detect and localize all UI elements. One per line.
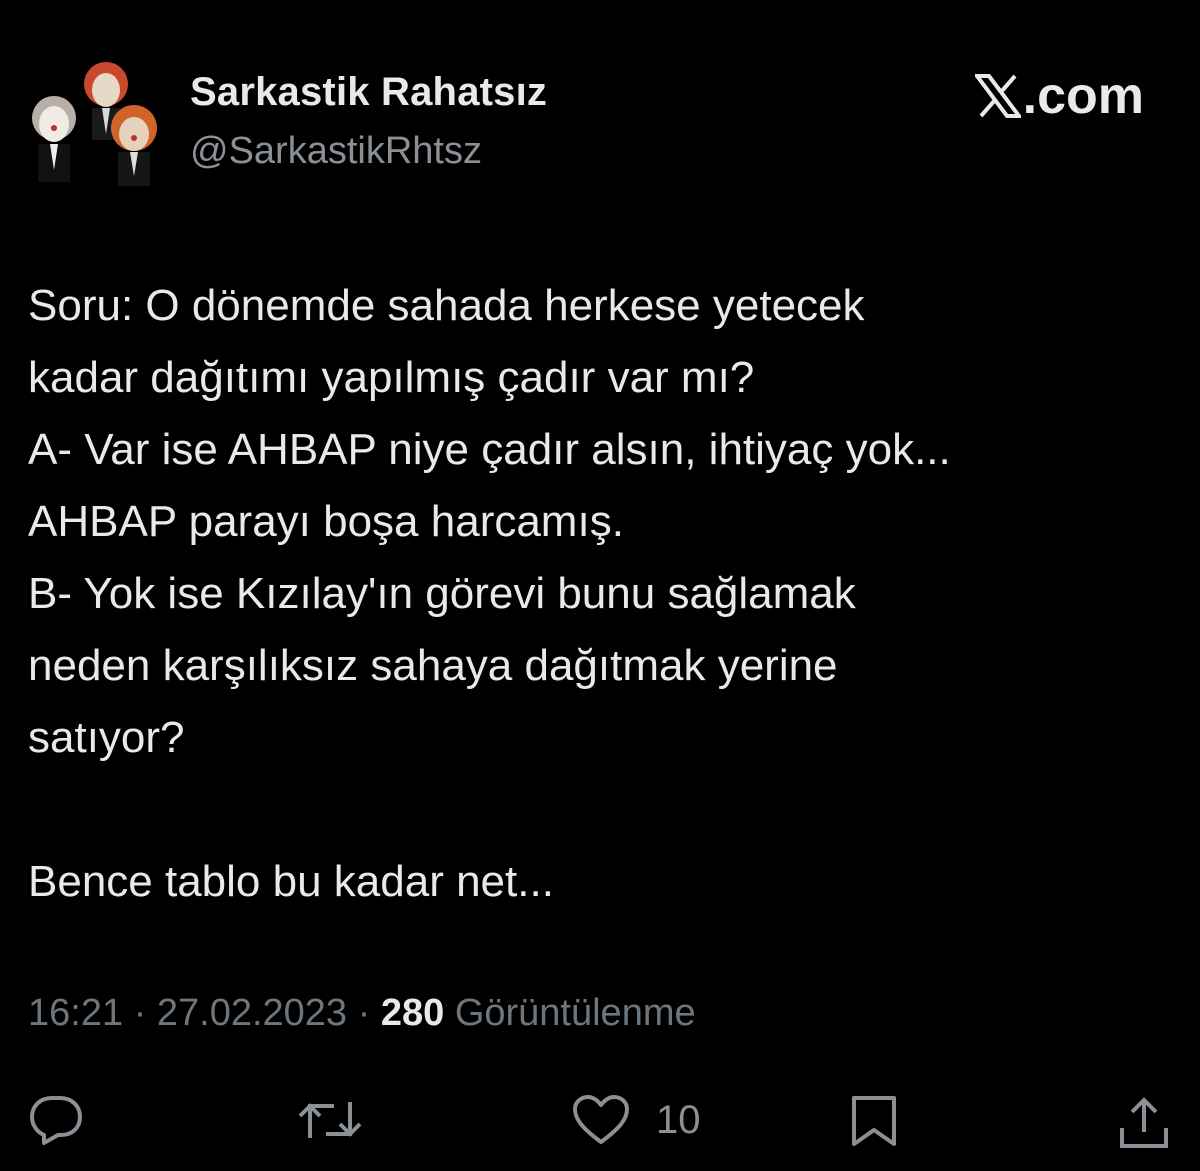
bookmark-icon — [852, 1096, 896, 1146]
like-button[interactable]: 10 — [572, 1094, 701, 1146]
tweet-text: Soru: O dönemde sahada herkese yetecek k… — [28, 270, 1178, 918]
tweet-meta: 16:21 · 27.02.2023 · 280 Görüntülenme — [28, 992, 696, 1035]
views-label: Görüntülenme — [454, 992, 696, 1034]
avatar-image — [22, 56, 170, 188]
action-bar: 10 — [0, 1080, 1200, 1160]
tweet-line: A- Var ise AHBAP niye çadır alsın, ihtiy… — [28, 425, 951, 474]
reply-icon — [30, 1096, 82, 1145]
share-icon — [1120, 1097, 1168, 1148]
retweet-icon — [298, 1102, 362, 1138]
meta-separator: · — [123, 992, 157, 1034]
share-button[interactable] — [1118, 1094, 1170, 1150]
tweet-line: neden karşılıksız sahaya dağıtmak yerine — [28, 641, 838, 690]
brand-label: .com — [1022, 67, 1144, 125]
tweet-line: B- Yok ise Kızılay'ın görevi bunu sağlam… — [28, 569, 856, 618]
meta-separator: · — [347, 992, 381, 1034]
avatar[interactable] — [22, 56, 170, 188]
tweet-date[interactable]: 27.02.2023 — [157, 992, 347, 1034]
tweet-line: AHBAP parayı boşa harcamış. — [28, 497, 624, 546]
brand-watermark: .com — [974, 66, 1144, 126]
tweet-line: Soru: O dönemde sahada herkese yetecek — [28, 281, 865, 330]
tweet-time[interactable]: 16:21 — [28, 992, 123, 1034]
bookmark-button[interactable] — [850, 1094, 898, 1148]
retweet-button[interactable] — [298, 1094, 362, 1146]
tweet-header: Sarkastik Rahatsız @SarkastikRhtsz .com — [0, 0, 1200, 200]
tweet-line: kadar dağıtımı yapılmış çadır var mı? — [28, 353, 755, 402]
user-handle[interactable]: @SarkastikRhtsz — [190, 130, 482, 173]
x-logo-icon — [974, 74, 1021, 118]
reply-button[interactable] — [28, 1094, 84, 1146]
display-name[interactable]: Sarkastik Rahatsız — [190, 70, 547, 115]
like-count: 10 — [656, 1097, 701, 1142]
views-count: 280 — [380, 992, 445, 1034]
tweet-line: satıyor? — [28, 713, 185, 762]
tweet-line: Bence tablo bu kadar net... — [28, 857, 554, 906]
heart-icon — [573, 1095, 629, 1144]
